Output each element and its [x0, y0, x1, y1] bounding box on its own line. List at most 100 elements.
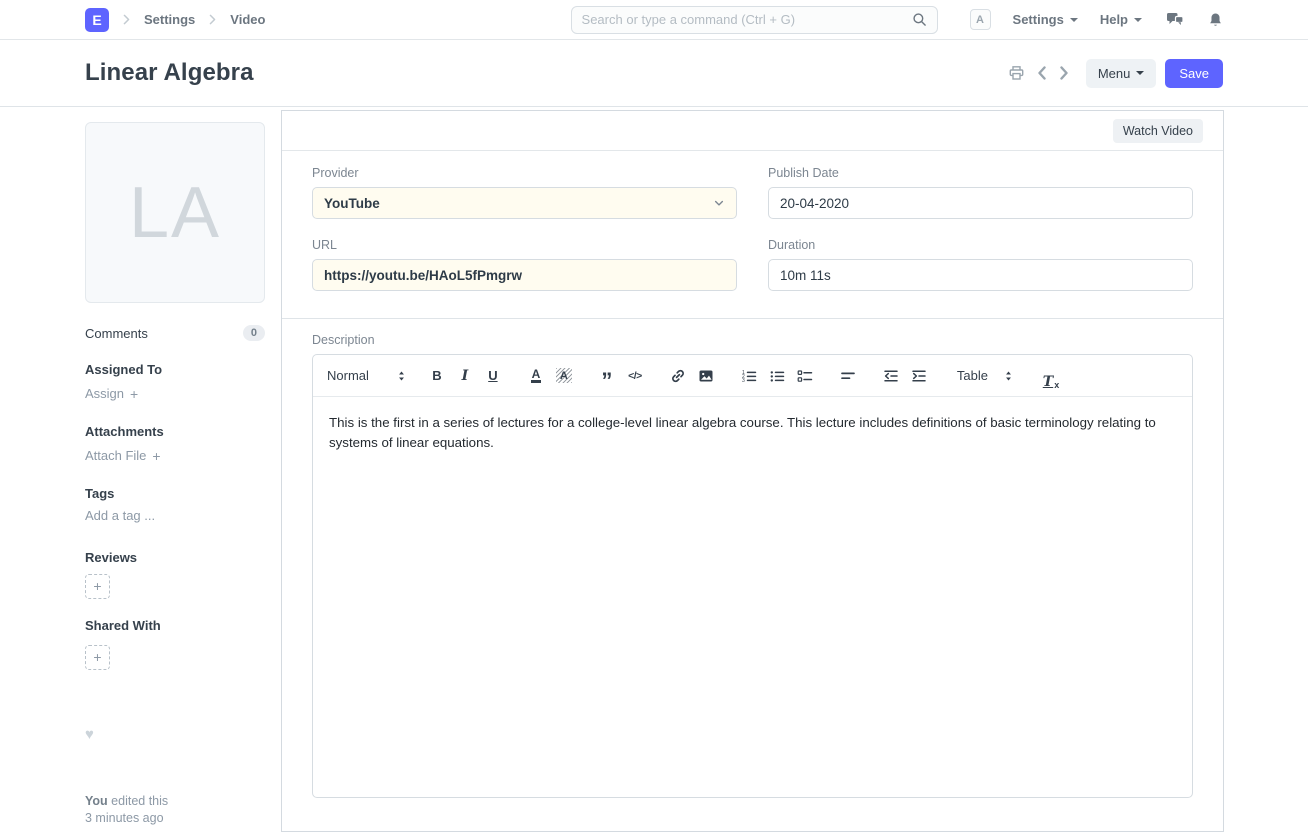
add-review-button[interactable]: [85, 574, 110, 599]
form-sidebar: LA Comments 0 Assigned To Assign Attachm…: [85, 107, 265, 827]
check-list-icon[interactable]: [791, 362, 819, 390]
app-logo[interactable]: E: [85, 8, 109, 32]
chevron-right-icon: [207, 14, 218, 25]
search-input[interactable]: [582, 12, 912, 27]
italic-icon[interactable]: I: [451, 362, 479, 390]
underline-icon[interactable]: U: [479, 362, 507, 390]
chat-icon[interactable]: [1166, 12, 1184, 27]
image-icon[interactable]: [692, 362, 720, 390]
bold-icon[interactable]: B: [423, 362, 451, 390]
help-dropdown[interactable]: Help: [1100, 12, 1142, 27]
reviews-heading: Reviews: [85, 550, 265, 565]
navbar-inner: E Settings Video A Settings: [85, 6, 1223, 34]
shared-with-heading: Shared With: [85, 618, 265, 633]
sort-arrows-icon: [395, 369, 408, 383]
outdent-icon[interactable]: [877, 362, 905, 390]
field-url: URL: [312, 238, 737, 291]
description-text: This is the first in a series of lecture…: [329, 413, 1176, 453]
add-share-button[interactable]: [85, 645, 110, 670]
sort-arrows-icon: [1002, 369, 1015, 383]
chevron-down-icon: [713, 197, 725, 209]
next-record-icon[interactable]: [1059, 66, 1069, 80]
text-color-icon[interactable]: A: [522, 362, 550, 390]
description-section: Description Normal B I U A A: [282, 318, 1223, 828]
plus-icon: [152, 448, 160, 464]
publish-date-control: [768, 187, 1193, 219]
chevron-down-icon: [1136, 71, 1144, 75]
plus-icon: [93, 649, 101, 667]
modified-by: You: [85, 794, 108, 808]
rich-text-editor: Normal B I U A A ” </>: [312, 354, 1193, 798]
watch-video-button[interactable]: Watch Video: [1113, 119, 1203, 143]
chevron-right-icon: [121, 14, 132, 25]
field-publish-date: Publish Date: [768, 166, 1193, 219]
like-heart-icon[interactable]: ♥: [85, 726, 101, 743]
tags-heading: Tags: [85, 486, 265, 501]
notifications-bell-icon[interactable]: [1208, 12, 1223, 28]
breadcrumb-video[interactable]: Video: [230, 12, 265, 27]
field-duration: Duration: [768, 238, 1193, 291]
add-tag-input[interactable]: Add a tag ...: [85, 508, 155, 523]
attach-file-button[interactable]: Attach File: [85, 448, 161, 464]
comments-count-badge: 0: [243, 325, 265, 341]
ordered-list-icon[interactable]: 123: [735, 362, 763, 390]
table-dropdown[interactable]: Table: [957, 368, 1015, 383]
prev-record-icon[interactable]: [1037, 66, 1047, 80]
attachments-heading: Attachments: [85, 424, 265, 439]
plus-icon: [130, 386, 138, 402]
publish-date-label: Publish Date: [768, 166, 1193, 180]
form-layout: Watch Video Provider YouTube Publish Dat…: [281, 110, 1224, 832]
blockquote-icon[interactable]: ”: [593, 362, 621, 390]
comments-label: Comments: [85, 326, 148, 341]
url-input[interactable]: [324, 268, 725, 283]
global-search[interactable]: [571, 6, 938, 34]
settings-dropdown[interactable]: Settings: [1013, 12, 1078, 27]
url-label: URL: [312, 238, 737, 252]
breadcrumb-settings[interactable]: Settings: [144, 12, 195, 27]
sidebar-item-comments[interactable]: Comments 0: [85, 325, 265, 341]
user-avatar[interactable]: A: [970, 9, 991, 30]
provider-label: Provider: [312, 166, 737, 180]
duration-input[interactable]: [780, 268, 1181, 283]
form-fields-section: Provider YouTube Publish Date URL: [282, 151, 1223, 318]
description-label: Description: [312, 333, 1193, 347]
app-window: E Settings Video A Settings: [0, 0, 1308, 838]
menu-button[interactable]: Menu: [1086, 59, 1157, 88]
duration-label: Duration: [768, 238, 1193, 252]
background-color-icon[interactable]: A: [550, 362, 578, 390]
plus-icon: [93, 578, 101, 596]
editor-toolbar: Normal B I U A A ” </>: [313, 355, 1192, 397]
navbar: E Settings Video A Settings: [0, 0, 1308, 40]
print-icon[interactable]: [1008, 65, 1025, 81]
remove-format-icon[interactable]: Tx: [1037, 362, 1065, 390]
code-icon[interactable]: </>: [621, 362, 649, 390]
form-toolbar-band: Watch Video: [282, 111, 1223, 151]
page-title: Linear Algebra: [85, 59, 254, 87]
modified-action: edited this: [111, 794, 168, 808]
provider-select[interactable]: YouTube: [312, 187, 737, 219]
field-provider: Provider YouTube: [312, 166, 737, 219]
paragraph-style-dropdown[interactable]: Normal: [327, 368, 408, 383]
chevron-down-icon: [1070, 18, 1078, 22]
bullet-list-icon[interactable]: [763, 362, 791, 390]
link-icon[interactable]: [664, 362, 692, 390]
navbar-right: A Settings Help: [970, 9, 1223, 30]
publish-date-input[interactable]: [780, 196, 1181, 211]
svg-text:3: 3: [742, 378, 745, 384]
document-image-placeholder[interactable]: LA: [85, 122, 265, 303]
save-button[interactable]: Save: [1165, 59, 1223, 88]
modified-when: 3 minutes ago: [85, 810, 265, 827]
modified-info: You edited this 3 minutes ago: [85, 793, 265, 827]
assigned-to-heading: Assigned To: [85, 362, 265, 377]
duration-control: [768, 259, 1193, 291]
description-editor-content[interactable]: This is the first in a series of lecture…: [313, 397, 1192, 797]
url-control: [312, 259, 737, 291]
page-head: Linear Algebra Menu Save: [0, 40, 1308, 107]
assign-button[interactable]: Assign: [85, 386, 138, 402]
align-icon[interactable]: [834, 362, 862, 390]
indent-icon[interactable]: [905, 362, 933, 390]
chevron-down-icon: [1134, 18, 1142, 22]
content: LA Comments 0 Assigned To Assign Attachm…: [85, 107, 1223, 832]
page-head-inner: Linear Algebra Menu Save: [85, 59, 1223, 88]
search-icon[interactable]: [912, 12, 927, 27]
